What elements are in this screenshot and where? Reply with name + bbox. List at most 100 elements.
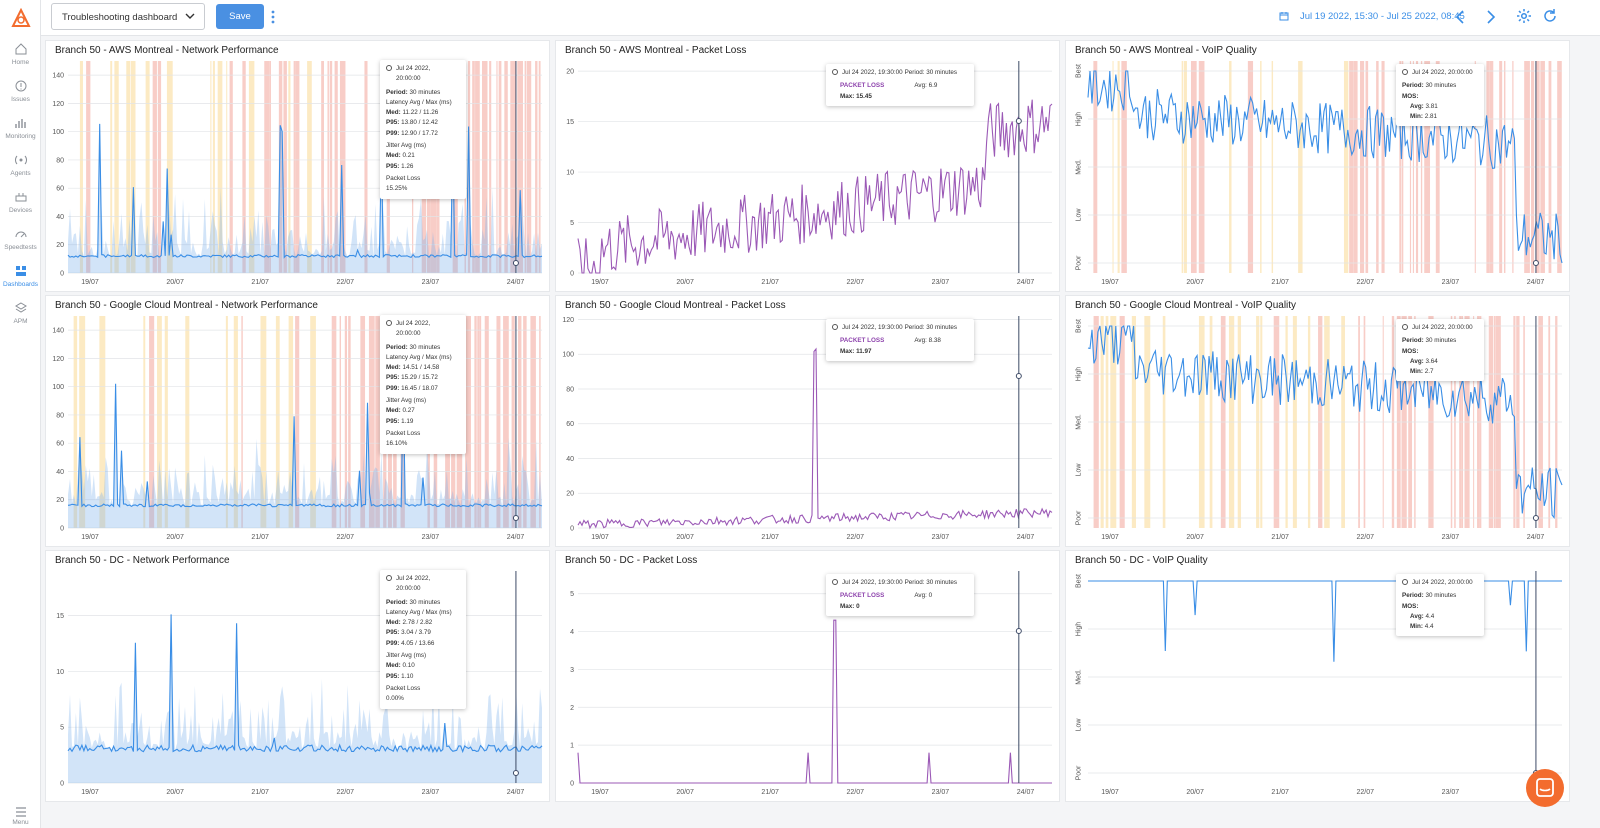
panel-voip[interactable]: Branch 50 - DC - VoIP Quality Poor Low Med.… [1065,550,1570,802]
y-tick-label: 40 [56,469,64,476]
sidebar-item-devices[interactable]: Devices [0,190,41,224]
tooltip-date: Jul 24 2022, [396,320,431,327]
panel-voip[interactable]: Branch 50 - AWS Montreal - VoIP Quality P… [1065,40,1570,292]
tooltip-date: Jul 24 2022, 19:30:00 [842,324,903,331]
x-tick-label: 21/07 [251,279,269,286]
tooltip-date: Jul 24 2022, 20:00:00 [1412,579,1473,586]
sidebar-item-issues[interactable]: Issues [0,79,41,113]
chevron-left-icon[interactable] [1454,9,1466,25]
hover-tooltip: Jul 24 2022, 20:00:00 Period: 30 minutes La… [380,570,466,709]
x-tick-label: 20/07 [1186,789,1204,796]
chart-plot[interactable]: 0 20 40 60 80 100 120 140 19/07 20/07 21/07 22/07 23… [46,59,551,291]
y-tick-label: 40 [566,456,574,463]
x-tick-label: 24/07 [1017,789,1035,796]
sidebar: Home Issues Monitoring Agents Devices Speedte… [0,0,41,828]
chart-plot[interactable]: 0 1 2 3 4 5 19/07 20/07 21/07 22/07 23/07 24/07 [556,569,1061,801]
y-tick-label: Low [1076,718,1083,732]
x-tick-label: 23/07 [1442,279,1460,286]
hover-tooltip: Jul 24 2022, 20:00:00 Period: 30 minutes La… [380,315,466,454]
sidebar-item-monitoring[interactable]: Monitoring [0,116,41,150]
dashboard-select[interactable]: Troubleshooting dashboard [51,3,205,30]
alert-icon [15,80,26,92]
y-tick-label: 0 [60,271,64,278]
save-button[interactable]: Save [216,4,264,29]
y-tick-label: 10 [56,669,64,676]
hover-tooltip: Jul 24 2022, 20:00:00 Period: 30 minutes M… [1396,574,1484,637]
tooltip-series-label: PACKET LOSS [840,82,885,90]
tooltip-avg: Avg: 0 [914,592,933,600]
x-tick-label: 19/07 [591,789,609,796]
x-tick-label: 22/07 [337,279,355,286]
y-tick-label: 0 [60,526,64,533]
tooltip-med: 2.78 / 2.82 [402,619,433,627]
panel-pl[interactable]: Branch 50 - DC - Packet Loss 0 1 2 3 4 5 19/07 2… [555,550,1060,802]
logo-icon[interactable] [10,8,32,30]
sidebar-item-speedtests[interactable]: Speedtests [0,227,41,261]
tooltip-jitter-header: Jitter Avg (ms) [386,652,427,660]
y-tick-label: 80 [56,157,64,164]
x-tick-label: 23/07 [932,534,950,541]
tooltip-mos-label: MOS: [1402,602,1419,610]
x-tick-label: 22/07 [847,789,865,796]
panel-net[interactable]: Branch 50 - DC - Network Performance 0 5 10… [45,550,550,802]
hover-tooltip: Jul 24 2022, 20:00:00 Period: 30 minutes M… [1396,319,1484,382]
y-tick-label: Best [1076,64,1083,78]
tooltip-period: 30 minutes [409,88,441,96]
chart-plot[interactable]: 0 20 40 60 80 100 120 140 19/07 20/07 21/07 22/07 23… [46,314,551,546]
sidebar-item-agents[interactable]: Agents [0,153,41,187]
panel-net[interactable]: Branch 50 - Google Cloud Montreal - Netw… [45,295,550,547]
y-tick-label: 5 [60,725,64,732]
chart-plot[interactable]: 0 5 10 15 20 19/07 20/07 21/07 22/07 23/07 24/07 [556,59,1061,291]
menu-label: Menu [12,819,29,826]
sidebar-item-apm[interactable]: APM [0,301,41,335]
sidebar-item-home[interactable]: Home [0,42,41,76]
tooltip-period: 30 minutes [1425,592,1457,600]
x-tick-label: 24/07 [1527,534,1545,541]
chat-button[interactable] [1526,769,1564,807]
sidebar-item-dashboards[interactable]: Dashboards [0,264,41,298]
chart-plot[interactable]: Poor Low Med. High Best 19/07 20/07 21/07 22/07 2… [1066,314,1571,546]
y-tick-label: Poor [1076,510,1083,525]
tooltip-period: 30 minutes [409,598,441,606]
x-tick-label: 24/07 [1017,534,1035,541]
date-range-picker[interactable]: Jul 19 2022, 15:30 - Jul 25 2022, 08:45 [1300,11,1465,22]
y-tick-label: 5 [570,220,574,227]
hover-tooltip: Jul 24 2022, 19:30:00 Period: 30 minutes P… [826,319,974,361]
gear-icon[interactable] [1516,8,1532,24]
x-tick-label: 19/07 [81,534,99,541]
x-tick-label: 24/07 [507,534,525,541]
more-vert-icon[interactable] [271,10,275,24]
chart-plot[interactable]: 0 20 40 60 80 100 120 19/07 20/07 21/07 22/07 23/07… [556,314,1061,546]
x-tick-label: 20/07 [166,789,184,796]
x-tick-label: 23/07 [932,279,950,286]
panel-pl[interactable]: Branch 50 - AWS Montreal - Packet Loss 0 5… [555,40,1060,292]
panel-title: Branch 50 - AWS Montreal - Network Perfo… [55,45,279,56]
refresh-icon[interactable] [1542,8,1558,24]
tooltip-period: 30 minutes [1425,337,1457,345]
y-tick-label: 20 [566,491,574,498]
y-tick-label: 20 [56,497,64,504]
y-tick-label: Best [1076,319,1083,333]
x-tick-label: 22/07 [1357,279,1375,286]
clock-icon [1402,579,1408,585]
panel-net[interactable]: Branch 50 - AWS Montreal - Network Perfo… [45,40,550,292]
hover-tooltip: Jul 24 2022, 19:30:00 Period: 30 minutes P… [826,574,974,616]
chart-plot[interactable]: Poor Low Med. High Best 19/07 20/07 21/07 22/07 2… [1066,569,1571,801]
chart-plot[interactable]: 0 5 10 15 19/07 20/07 21/07 22/07 23/07 24/07 [46,569,551,801]
x-tick-label: 22/07 [847,534,865,541]
panel-title: Branch 50 - Google Cloud Montreal - Netw… [55,300,318,311]
y-tick-label: 0 [570,781,574,788]
sidebar-item-label: Monitoring [5,133,36,140]
panel-pl[interactable]: Branch 50 - Google Cloud Montreal - Pack… [555,295,1060,547]
bar-chart-icon [14,119,26,128]
menu-button[interactable]: Menu [0,807,41,826]
chart-plot[interactable]: Poor Low Med. High Best 19/07 20/07 21/07 22/07 2… [1066,59,1571,291]
hover-point [512,515,519,521]
panel-voip[interactable]: Branch 50 - Google Cloud Montreal - VoIP… [1065,295,1570,547]
y-tick-label: 100 [52,384,64,391]
tooltip-date: Jul 24 2022, 19:30:00 [842,579,903,586]
packet-loss-line [577,99,1053,274]
y-tick-label: 0 [570,526,574,533]
chevron-right-icon[interactable] [1485,9,1497,25]
y-tick-label: High [1076,622,1083,637]
